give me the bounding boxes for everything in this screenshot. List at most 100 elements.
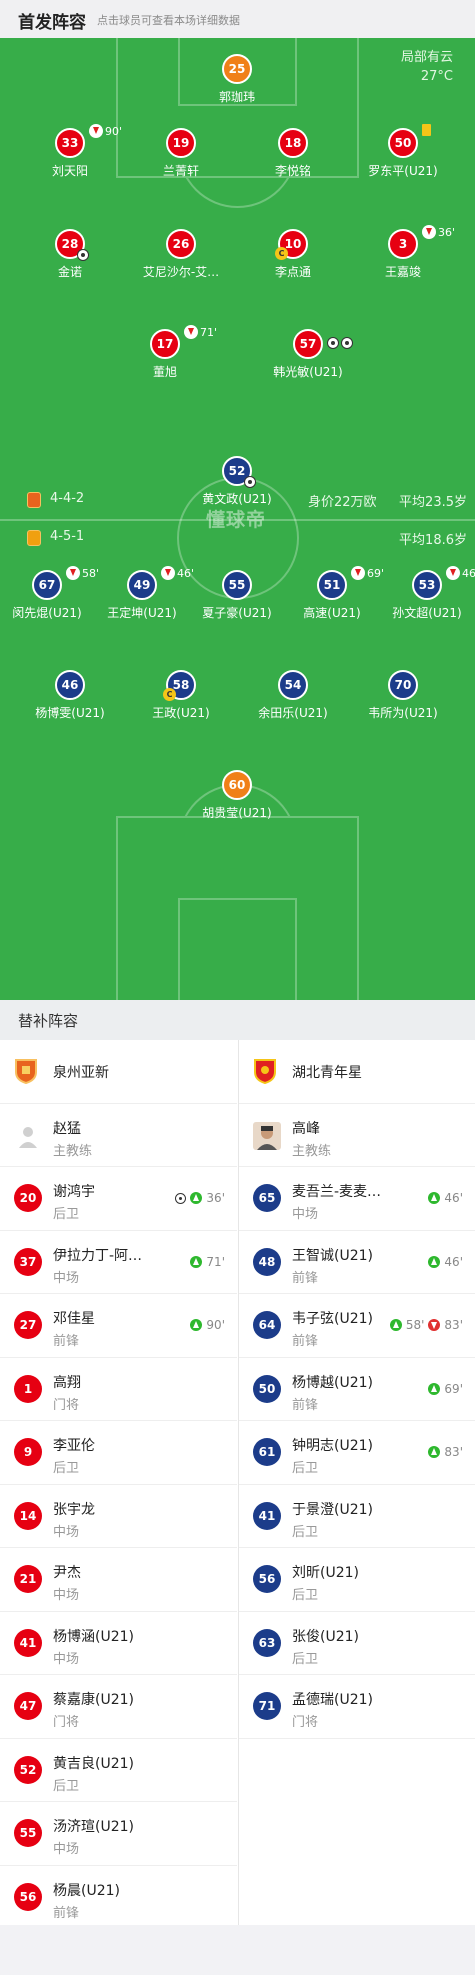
away-badge-icon [27, 530, 41, 546]
sub-player-row[interactable]: 48 王智诚(U21) 前锋 46' [239, 1231, 475, 1294]
away-team-name: 湖北青年星 [292, 1065, 362, 1081]
player-home[interactable]: 17 董旭 71' [90, 325, 240, 380]
sub-position: 前锋 [292, 1270, 319, 1286]
sub-player-row[interactable]: 14 张宇龙 中场 [0, 1485, 237, 1548]
player-away[interactable]: 53 孙文超(U21) 46' [352, 566, 475, 621]
player-number: 51 [317, 570, 347, 600]
sub-name: 李亚伦 [53, 1438, 95, 1454]
sub-number: 9 [14, 1438, 42, 1466]
subs-title: 替补阵容 [18, 1012, 79, 1030]
player-number: 26 [166, 229, 196, 259]
sub-out-icon [422, 225, 436, 239]
player-events: 36' [422, 225, 455, 239]
player-away[interactable]: 60 胡贵莹(U21) [162, 770, 312, 821]
sub-player-row[interactable]: 50 杨博越(U21) 前锋 69' [239, 1358, 475, 1421]
player-number: 18 [278, 128, 308, 158]
sub-name: 张俊(U21) [292, 1628, 359, 1645]
sub-name: 刘昕(U21) [292, 1565, 359, 1581]
sub-number: 20 [14, 1184, 42, 1212]
sub-number: 41 [253, 1501, 281, 1530]
sub-number: 64 [253, 1311, 281, 1339]
sub-in-icon [190, 1192, 203, 1204]
player-events: 71' [184, 325, 217, 339]
away-subs-column: 湖北青年星 高峰 主教练 65 麦吾兰-麦麦… 中场 46' 48 王智诚(U21) 前锋 4… [238, 1040, 475, 1925]
player-away[interactable]: 70 韦所为(U21) [328, 670, 475, 721]
player-name: 王嘉竣 [384, 265, 421, 279]
player-home[interactable]: 57 韩光敏(U21) [233, 329, 383, 380]
sub-player-row[interactable]: 56 刘昕(U21) 后卫 [239, 1548, 475, 1612]
sub-in-minute: 83' [444, 1445, 463, 1459]
player-home[interactable]: 50 罗东平(U21) [328, 124, 475, 179]
sub-position: 中场 [53, 1842, 80, 1857]
sub-player-row[interactable]: 65 麦吾兰-麦麦… 中场 46' [239, 1167, 475, 1231]
bottom-goal-box [178, 898, 297, 1000]
sub-name: 杨晨(U21) [53, 1882, 120, 1899]
player-number: 28 [55, 229, 89, 261]
sub-in-minute: 36' [206, 1191, 225, 1205]
player-home[interactable]: 25 郭珈玮 [162, 54, 312, 105]
sub-in-icon [428, 1255, 441, 1268]
home-team-row[interactable]: 泉州亚新 [0, 1040, 237, 1104]
sub-events: 83' [428, 1445, 463, 1459]
sub-events: 90' [190, 1318, 225, 1332]
player-name: 胡贵莹(U21) [202, 806, 272, 820]
sub-player-row[interactable]: 52 黄吉良(U21) 后卫 [0, 1739, 237, 1802]
sub-player-row[interactable]: 1 高翔 门将 [0, 1358, 237, 1421]
sub-player-row[interactable]: 20 谢鸿宇 后卫 36' [0, 1167, 237, 1231]
sub-events: 58' 83' [389, 1318, 463, 1332]
sub-position: 中场 [53, 1588, 80, 1603]
player-name: 董旭 [152, 365, 177, 379]
sub-player-row[interactable]: 41 杨博涵(U21) 中场 [0, 1612, 237, 1675]
player-number: 49 [127, 570, 157, 600]
sub-in-icon [190, 1319, 203, 1331]
sub-name: 王智诚(U21) [292, 1247, 373, 1264]
weather-condition: 局部有云 [400, 50, 453, 65]
sub-player-row[interactable]: 63 张俊(U21) 后卫 [239, 1612, 475, 1675]
player-events [422, 124, 431, 136]
sub-player-row[interactable]: 56 杨晨(U21) 前锋 [0, 1866, 237, 1929]
player-away[interactable]: 52 黄文政(U21) [162, 456, 312, 507]
player-number: 55 [222, 570, 252, 600]
sub-player-row[interactable]: 71 孟德瑞(U21) 门将 [239, 1675, 475, 1739]
sub-position: 前锋 [292, 1334, 319, 1349]
player-name: 黄文政(U21) [202, 492, 272, 506]
away-coach-row[interactable]: 高峰 主教练 [239, 1104, 475, 1167]
sub-player-row[interactable]: 41 于景澄(U21) 后卫 [239, 1485, 475, 1548]
home-team-name: 泉州亚新 [53, 1065, 109, 1081]
sub-number: 52 [14, 1755, 42, 1784]
sub-player-row[interactable]: 61 钟明志(U21) 后卫 83' [239, 1421, 475, 1485]
player-number: 46 [55, 670, 85, 700]
sub-minute: 46' [462, 566, 475, 580]
home-formation: 4-4-2 [50, 491, 85, 506]
sub-in-minute: 46' [444, 1191, 463, 1205]
sub-number: 63 [253, 1628, 281, 1657]
sub-in-icon [428, 1446, 441, 1458]
sub-player-row[interactable]: 27 邓佳星 前锋 90' [0, 1294, 237, 1358]
sub-player-row[interactable]: 64 韦子弦(U21) 前锋 58' 83' [239, 1294, 475, 1358]
goal-ball-icon [175, 1192, 187, 1204]
sub-player-row[interactable]: 47 蔡嘉康(U21) 门将 [0, 1675, 237, 1739]
away-team-row[interactable]: 湖北青年星 [239, 1040, 475, 1104]
sub-number: 71 [253, 1692, 281, 1720]
sub-player-row[interactable]: 9 李亚伦 后卫 [0, 1421, 237, 1485]
home-subs-column: 泉州亚新 赵猛 主教练 20 谢鸿宇 后卫 36' 37 伊拉力丁-阿… 中场 71' 27 邓佳… [0, 1040, 237, 1929]
weather-temp: 27°C [420, 69, 453, 84]
sub-position: 前锋 [53, 1905, 80, 1921]
sub-in-minute: 69' [444, 1381, 463, 1396]
home-coach-row[interactable]: 赵猛 主教练 [0, 1104, 237, 1167]
sub-player-row[interactable]: 37 伊拉力丁-阿… 中场 71' [0, 1231, 237, 1294]
subs-header: 替补阵容 [0, 1000, 475, 1040]
sub-name: 邓佳星 [53, 1311, 95, 1327]
sub-events: 36' [175, 1191, 225, 1205]
sub-player-row[interactable]: 55 汤济瑄(U21) 中场 [0, 1802, 237, 1866]
sub-player-row[interactable]: 21 尹杰 中场 [0, 1548, 237, 1612]
sub-number: 1 [14, 1374, 42, 1403]
player-number: 54 [278, 670, 308, 700]
goal-ball-icon [341, 337, 353, 349]
goal-ball-icon [77, 249, 89, 261]
player-number: 70 [388, 670, 418, 700]
player-home[interactable]: 3 王嘉竣 36' [328, 225, 475, 280]
sub-name: 麦吾兰-麦麦… [292, 1184, 382, 1200]
player-number: 33 [55, 128, 85, 158]
sub-name: 高翔 [53, 1374, 81, 1391]
